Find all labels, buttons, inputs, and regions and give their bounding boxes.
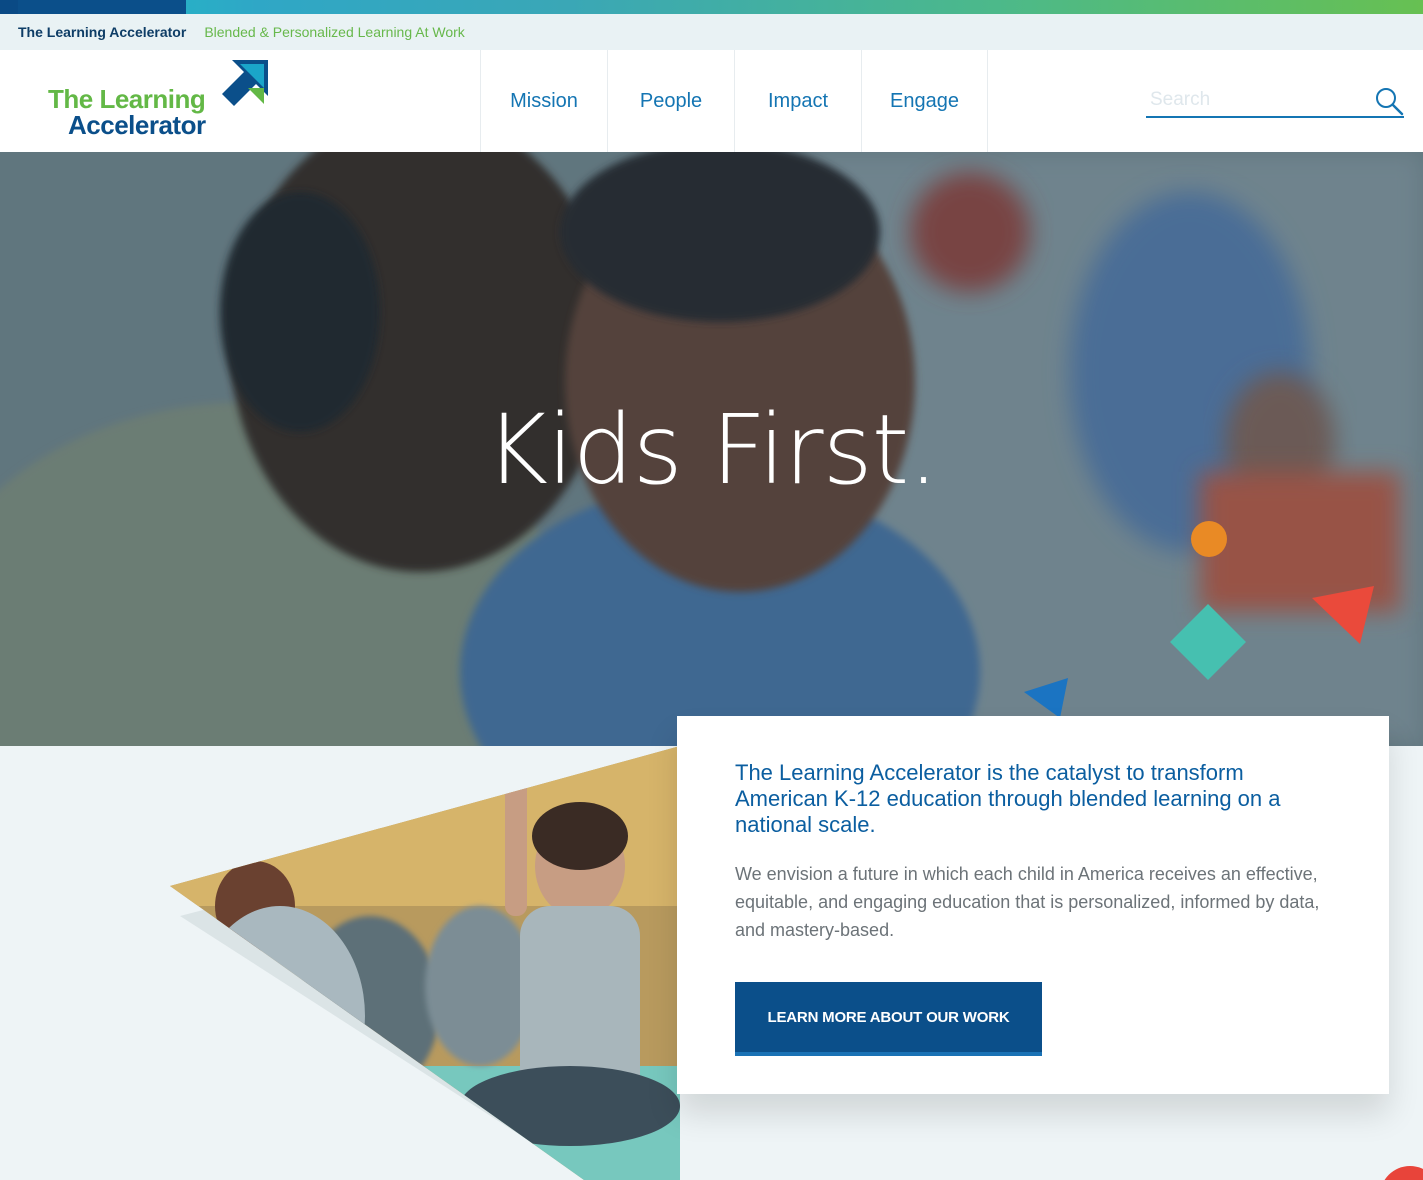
red-triangle-icon — [1312, 586, 1374, 644]
search-input[interactable] — [1146, 86, 1366, 114]
blue-triangle-icon — [1024, 678, 1068, 718]
top-strip-accent — [18, 0, 186, 14]
teal-diamond-icon — [1170, 604, 1246, 680]
top-color-strip — [0, 0, 1423, 14]
site-logo[interactable]: The Learning Accelerator — [48, 60, 278, 140]
mission-card: The Learning Accelerator is the catalyst… — [677, 716, 1389, 1094]
mission-body: We envision a future in which each child… — [735, 864, 1320, 940]
nav-impact[interactable]: Impact — [734, 50, 861, 152]
arrow-up-right-icon — [222, 60, 268, 106]
utility-tagline: Blended & Personalized Learning At Work — [204, 24, 465, 40]
learn-more-button[interactable]: LEARN MORE ABOUT OUR WORK — [735, 982, 1042, 1056]
hero-title: Kids First. — [485, 394, 939, 506]
logo-line2: Accelerator — [68, 110, 206, 140]
nav-people[interactable]: People — [607, 50, 734, 152]
site-header: The Learning Accelerator Mission People … — [0, 50, 1423, 152]
main-nav: Mission People Impact Engage — [480, 50, 988, 152]
nav-engage[interactable]: Engage — [861, 50, 988, 152]
utility-bar: The Learning Accelerator Blended & Perso… — [0, 14, 1423, 50]
orange-circle-icon — [1191, 521, 1227, 557]
search-icon[interactable] — [1374, 86, 1404, 116]
utility-site-name[interactable]: The Learning Accelerator — [18, 24, 186, 40]
classroom-photo — [170, 746, 680, 1180]
mission-lead: The Learning Accelerator is the catalyst… — [735, 760, 1281, 837]
nav-mission[interactable]: Mission — [480, 50, 607, 152]
hero-banner: Kids First. — [0, 152, 1423, 746]
search-box — [1146, 86, 1404, 118]
